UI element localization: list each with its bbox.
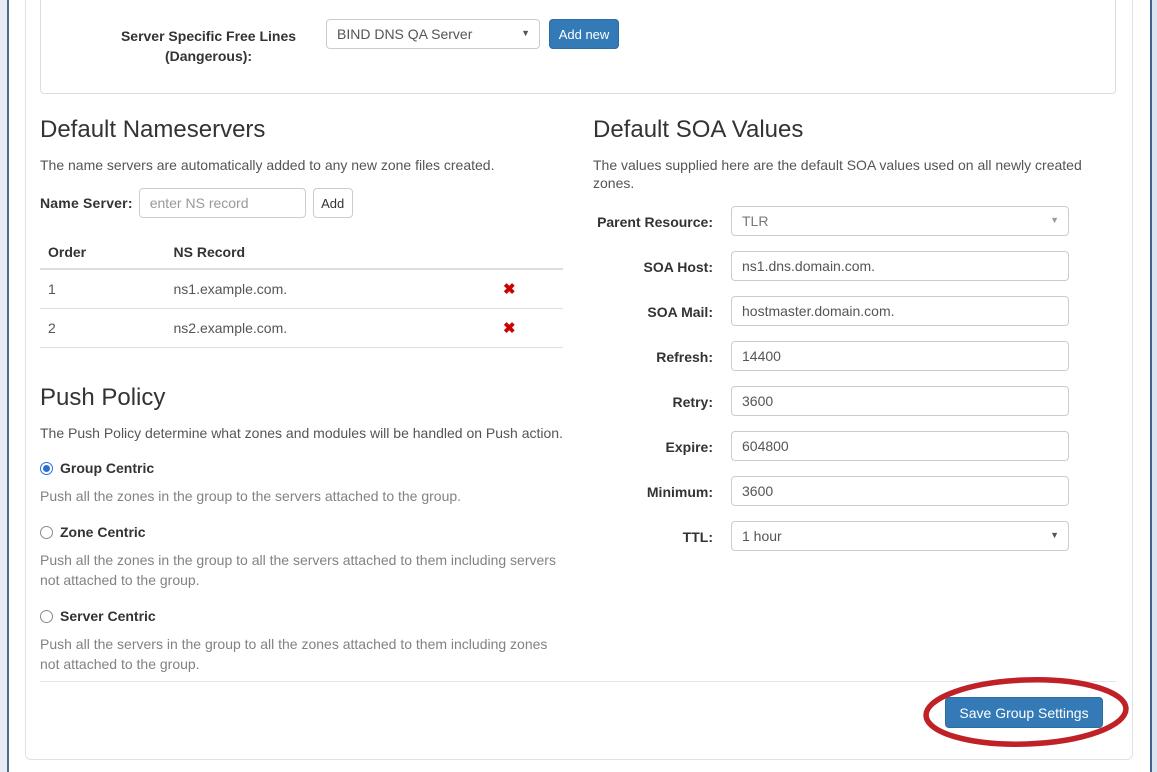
soa-mail-field[interactable] xyxy=(731,296,1069,326)
radio-server-centric[interactable]: Server Centric xyxy=(40,608,563,624)
radio-unselected-icon[interactable] xyxy=(40,526,53,539)
ns-record-cell: ns2.example.com. xyxy=(166,309,495,348)
parent-resource-label: Parent Resource: xyxy=(593,206,713,236)
ttl-select[interactable]: 1 hour ▼ xyxy=(731,521,1069,551)
default-nameservers-title: Default Nameservers xyxy=(40,116,563,144)
refresh-field[interactable] xyxy=(731,341,1069,371)
radio-unselected-icon[interactable] xyxy=(40,610,53,623)
footer-divider xyxy=(40,681,1116,682)
server-specific-free-lines-label: Server Specific Free Lines (Dangerous): xyxy=(106,26,311,66)
radio-zone-centric[interactable]: Zone Centric xyxy=(40,524,563,540)
soa-host-field[interactable] xyxy=(731,251,1069,281)
ttl-value: 1 hour xyxy=(742,528,782,544)
table-row: 2 ns2.example.com. ✖ xyxy=(40,309,563,348)
screenshot-right-strip xyxy=(1152,0,1157,772)
soa-mail-label: SOA Mail: xyxy=(593,296,713,326)
minimum-label: Minimum: xyxy=(593,476,713,506)
ttl-label: TTL: xyxy=(593,521,713,551)
nameservers-table: Order NS Record 1 ns1.example.com. ✖ 2 n… xyxy=(40,236,563,348)
add-ns-button[interactable]: Add xyxy=(313,188,353,218)
delete-ns-icon[interactable]: ✖ xyxy=(503,320,516,337)
ns-order-cell: 1 xyxy=(40,269,166,309)
screenshot-left-border xyxy=(7,0,9,772)
default-soa-values-title: Default SOA Values xyxy=(593,116,1116,144)
retry-field[interactable] xyxy=(731,386,1069,416)
ns-record-cell: ns1.example.com. xyxy=(166,269,495,309)
radio-selected-icon[interactable] xyxy=(40,462,53,475)
radio-label: Server Centric xyxy=(60,608,156,624)
expire-field[interactable] xyxy=(731,431,1069,461)
screenshot-left-strip xyxy=(0,0,7,772)
default-nameservers-description: The name servers are automatically added… xyxy=(40,156,563,174)
radio-group-centric[interactable]: Group Centric xyxy=(40,460,563,476)
actions-column-header xyxy=(495,236,563,269)
server-select-dropdown[interactable]: BIND DNS QA Server ▼ xyxy=(326,19,540,49)
default-soa-values-description: The values supplied here are the default… xyxy=(593,156,1093,192)
expire-label: Expire: xyxy=(593,431,713,461)
retry-label: Retry: xyxy=(593,386,713,416)
save-group-settings-button[interactable]: Save Group Settings xyxy=(945,697,1103,728)
add-new-button[interactable]: Add new xyxy=(549,19,619,49)
radio-option-description: Push all the zones in the group to the s… xyxy=(40,486,563,506)
ns-record-input[interactable] xyxy=(139,188,306,218)
refresh-label: Refresh: xyxy=(593,341,713,371)
radio-label: Zone Centric xyxy=(60,524,146,540)
push-policy-description: The Push Policy determine what zones and… xyxy=(40,424,563,442)
radio-label: Group Centric xyxy=(60,460,154,476)
right-column: Default SOA Values The values supplied h… xyxy=(593,110,1116,566)
caret-down-icon: ▼ xyxy=(521,29,530,38)
push-policy-title: Push Policy xyxy=(40,384,563,412)
ns-record-column-header: NS Record xyxy=(166,236,495,269)
minimum-field[interactable] xyxy=(731,476,1069,506)
server-select-value: BIND DNS QA Server xyxy=(337,26,472,42)
parent-resource-value: TLR xyxy=(742,213,768,229)
name-server-label: Name Server: xyxy=(40,195,133,211)
ns-order-cell: 2 xyxy=(40,309,166,348)
caret-down-icon: ▼ xyxy=(1050,216,1059,225)
radio-option-description: Push all the zones in the group to all t… xyxy=(40,550,563,590)
caret-down-icon: ▼ xyxy=(1050,531,1059,540)
left-column: Default Nameservers The name servers are… xyxy=(40,110,563,676)
order-column-header: Order xyxy=(40,236,166,269)
radio-option-description: Push all the servers in the group to all… xyxy=(40,634,563,674)
delete-ns-icon[interactable]: ✖ xyxy=(503,281,516,298)
server-specific-free-lines-box: Server Specific Free Lines (Dangerous): … xyxy=(40,0,1116,94)
table-row: 1 ns1.example.com. ✖ xyxy=(40,269,563,309)
soa-host-label: SOA Host: xyxy=(593,251,713,281)
parent-resource-select[interactable]: TLR ▼ xyxy=(731,206,1069,236)
